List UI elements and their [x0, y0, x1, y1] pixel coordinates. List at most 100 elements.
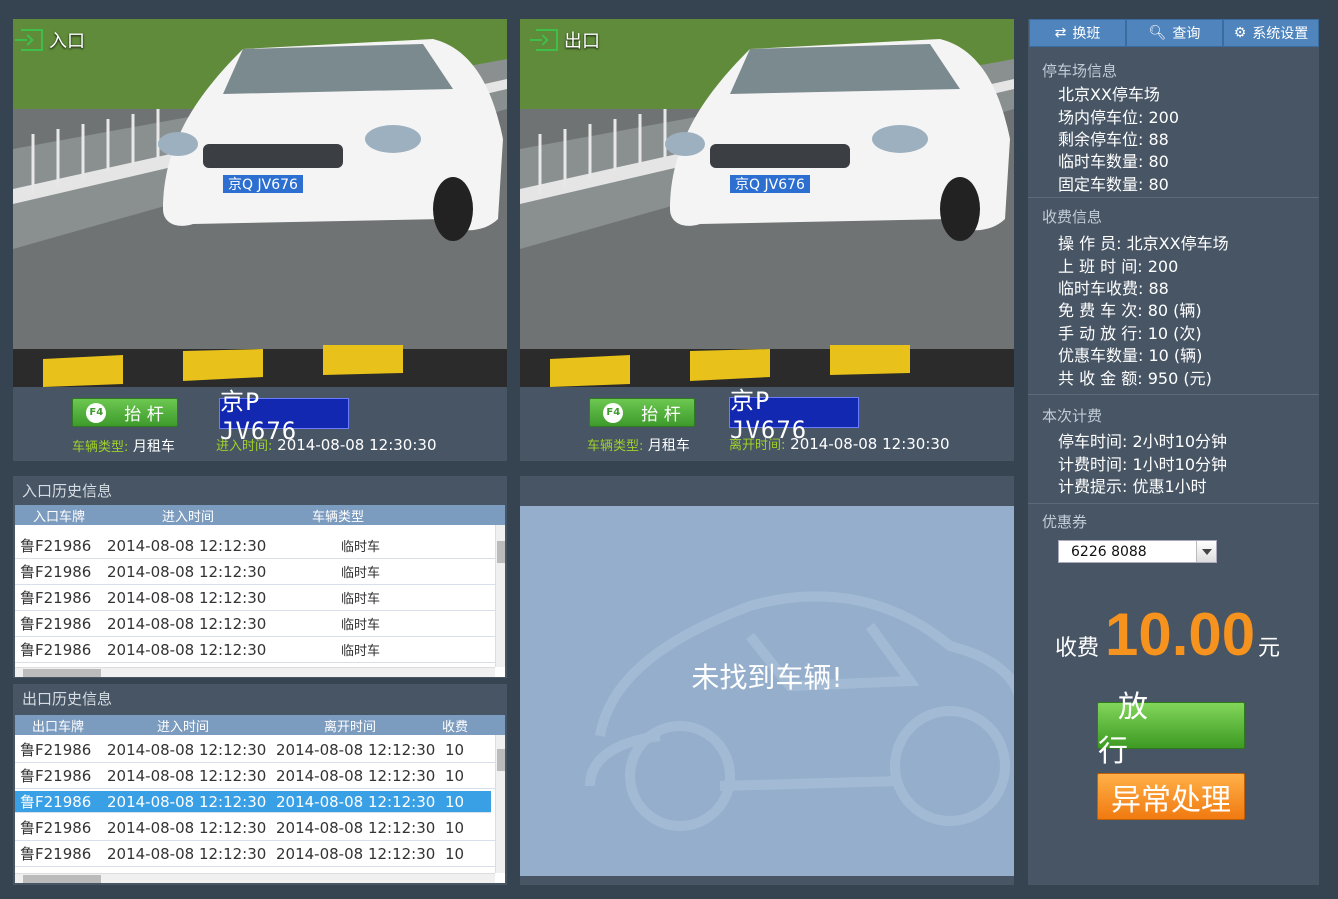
exit-camera-view: 京Q JV676	[520, 19, 1014, 387]
fee-info-line: 手 动 放 行: 10 (次)	[1058, 324, 1202, 343]
fee-info-line: 临时车收费: 88	[1058, 279, 1169, 298]
cell-type: 临时车	[341, 566, 381, 581]
vehicle-not-found-area: 未找到车辆!	[520, 506, 1014, 876]
entry-camera-view: 京Q JV676	[13, 19, 507, 387]
entry-vehicle-type-value: 月租车	[132, 439, 175, 455]
exit-history-hscroll[interactable]	[15, 873, 495, 883]
cell-plate: 鲁F21986	[20, 589, 92, 607]
fee-amount: 10.00	[1105, 601, 1256, 668]
entry-lift-button[interactable]: F4 抬 杆	[72, 398, 178, 427]
exit-vehicle-type: 车辆类型: 月租车	[587, 435, 690, 455]
col-fee: 收费	[441, 719, 468, 735]
scroll-thumb[interactable]	[497, 749, 505, 771]
shift-label: 换班	[1072, 26, 1101, 42]
exit-history-title: 出口历史信息	[22, 690, 113, 708]
col-vehicle-type: 车辆类型	[311, 509, 364, 525]
cell-plate: 鲁F21986	[20, 615, 92, 633]
entry-history-table: 入口车牌 进入时间 车辆类型 鲁F21986 2014-08-08 12:12:3…	[15, 505, 505, 677]
query-button[interactable]: 🔍︎ 查询	[1126, 19, 1223, 47]
table-row[interactable]: 鲁F21986 2014-08-08 12:12:30 2014-08-08 12:…	[15, 815, 505, 841]
col-exit-plate: 出口车牌	[31, 719, 84, 735]
cell-plate: 鲁F21986	[20, 767, 92, 785]
release-button[interactable]: 放 行	[1097, 690, 1245, 769]
table-row[interactable]: 鲁F21986 2014-08-08 12:12:30 2014-08-08 12:…	[15, 841, 505, 867]
entry-history-vscroll[interactable]	[495, 525, 505, 667]
lot-info-line: 场内停车位: 200	[1058, 108, 1180, 127]
gear-icon: ⚙	[1233, 25, 1247, 41]
billing-line: 计费提示: 优惠1小时	[1058, 477, 1207, 496]
shift-change-button[interactable]: ⇄ 换班	[1029, 19, 1126, 47]
cell-plate: 鲁F21986	[20, 793, 92, 811]
col-entry-time: 进入时间	[156, 719, 209, 735]
entry-time-value: 2014-08-08 12:30:30	[277, 436, 437, 454]
exit-door-icon	[530, 29, 558, 51]
exit-time-value: 2014-08-08 12:30:30	[790, 435, 950, 453]
scroll-thumb[interactable]	[497, 541, 505, 563]
swap-icon: ⇄	[1054, 25, 1067, 41]
entry-camera-label: 入口	[15, 27, 85, 53]
coupon-select[interactable]: 6226 8088	[1058, 540, 1217, 563]
table-row[interactable]: 鲁F21986 2014-08-08 12:12:30 临时车	[15, 559, 505, 585]
entry-lift-label: 抬 杆	[124, 405, 164, 425]
cell-time: 2014-08-08 12:12:30	[107, 588, 267, 607]
coupon-value: 6226 8088	[1071, 543, 1147, 560]
entry-time-key: 进入时间:	[216, 439, 273, 454]
cell-plate: 鲁F21986	[20, 845, 92, 863]
cell-entry-time: 2014-08-08 12:12:30	[107, 844, 267, 863]
cell-exit-time: 2014-08-08 12:12:30	[276, 740, 436, 759]
cell-entry-time: 2014-08-08 12:12:30	[107, 740, 267, 759]
exit-history-table: 出口车牌 进入时间 离开时间 收费 鲁F21986 2014-08-08 12:1…	[15, 715, 505, 883]
settings-button[interactable]: ⚙ 系统设置	[1223, 19, 1319, 47]
table-row[interactable]: 鲁F21986 2014-08-08 12:12:30 临时车	[15, 585, 505, 611]
cell-entry-time: 2014-08-08 12:12:30	[107, 766, 267, 785]
lot-info-line: 固定车数量: 80	[1058, 175, 1169, 194]
exit-plate: 京P JV676	[729, 387, 859, 444]
fee-info-line: 免 费 车 次: 80 (辆)	[1058, 301, 1202, 320]
scroll-thumb[interactable]	[23, 875, 101, 883]
coupon-title: 优惠券	[1042, 513, 1088, 531]
cell-exit-time: 2014-08-08 12:12:30	[276, 818, 436, 837]
exit-history-vscroll[interactable]	[495, 735, 505, 873]
exit-vehicle-type-value: 月租车	[647, 438, 690, 454]
table-row[interactable]: 鲁F21986 2014-08-08 12:12:30 2014-08-08 12:…	[15, 737, 505, 763]
cell-plate: 鲁F21986	[20, 537, 92, 555]
entry-f4-key-icon: F4	[86, 402, 107, 423]
table-row-selected[interactable]: 鲁F21986 2014-08-08 12:12:30 2014-08-08 12:…	[15, 791, 491, 813]
chevron-down-icon[interactable]	[1196, 541, 1216, 562]
divider	[1028, 394, 1319, 395]
billing-line: 计费时间: 1小时10分钟	[1058, 455, 1228, 474]
entry-history-hscroll[interactable]	[15, 667, 495, 677]
table-row[interactable]: 鲁F21986 2014-08-08 12:12:30 临时车	[15, 533, 505, 559]
cell-exit-time: 2014-08-08 12:12:30	[276, 844, 436, 863]
cell-time: 2014-08-08 12:12:30	[107, 536, 267, 555]
abnormal-handling-button[interactable]: 异常处理	[1097, 773, 1245, 820]
not-found-message: 未找到车辆!	[691, 661, 843, 694]
exit-time: 离开时间: 2014-08-08 12:30:30	[729, 434, 949, 453]
lot-info-line: 临时车数量: 80	[1058, 152, 1169, 171]
cell-plate: 鲁F21986	[20, 563, 92, 581]
col-exit-time: 离开时间	[323, 719, 376, 735]
entry-camera-plate: 京Q JV676	[228, 177, 298, 193]
exit-f4-key-icon: F4	[603, 402, 624, 423]
table-row[interactable]: 鲁F21986 2014-08-08 12:12:30 临时车	[15, 611, 505, 637]
fee-info-line: 上 班 时 间: 200	[1058, 257, 1179, 276]
cell-exit-time: 2014-08-08 12:12:30	[276, 766, 436, 785]
table-row[interactable]: 鲁F21986 2014-08-08 12:12:30 2014-08-08 12:…	[15, 763, 505, 789]
table-row[interactable]: 鲁F21986 2014-08-08 12:12:30 临时车	[15, 637, 505, 663]
exit-camera-label: 出口	[530, 27, 600, 53]
exit-vehicle-type-key: 车辆类型:	[587, 439, 644, 454]
cell-entry-time: 2014-08-08 12:12:30	[107, 818, 267, 837]
entry-history-header: 入口车牌 进入时间 车辆类型	[15, 505, 505, 525]
exit-lift-button[interactable]: F4 抬 杆	[589, 398, 695, 427]
cell-fee: 10	[445, 818, 465, 837]
cell-plate: 鲁F21986	[20, 819, 92, 837]
divider	[1028, 197, 1319, 198]
scroll-thumb[interactable]	[23, 669, 101, 677]
cell-type: 临时车	[341, 644, 381, 659]
exit-history-header: 出口车牌 进入时间 离开时间 收费	[15, 715, 505, 735]
entry-plate: 京P JV676	[219, 388, 349, 445]
exit-label-text: 出口	[564, 31, 600, 52]
search-icon: 🔍︎	[1148, 25, 1167, 41]
entry-label-text: 入口	[49, 31, 85, 52]
entry-history-title: 入口历史信息	[22, 482, 113, 500]
